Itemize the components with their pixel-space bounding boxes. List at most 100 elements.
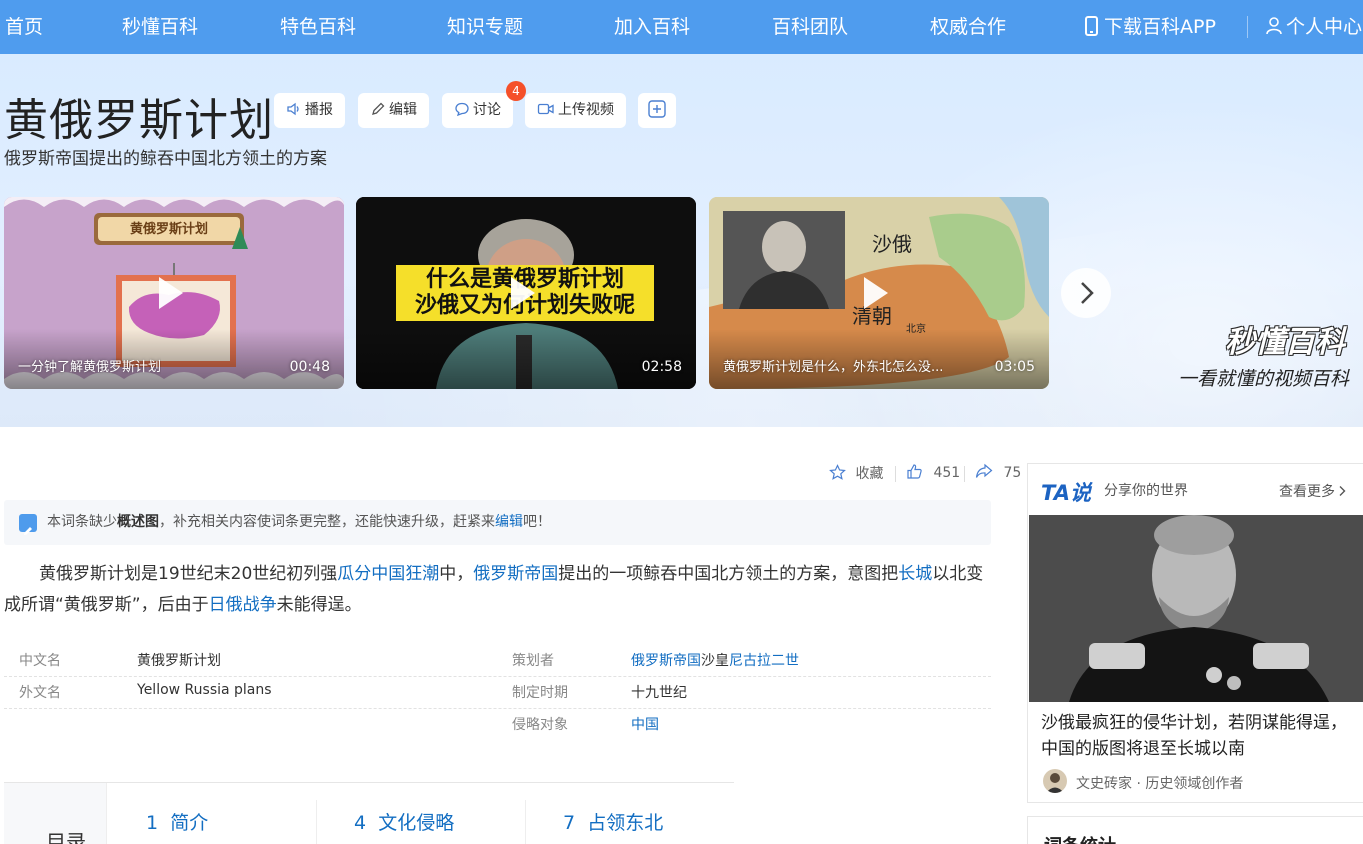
info-value-planner: 俄罗斯帝国沙皇尼古拉二世	[631, 650, 799, 670]
discuss-count-badge: 4	[506, 81, 526, 101]
catalog-item-occupy-northeast[interactable]: 7 占领东北	[563, 808, 663, 835]
nav-item-cooperation[interactable]: 权威合作	[930, 0, 1006, 54]
miaodong-logo: 秒懂百科	[1225, 325, 1345, 360]
summary-text: 未能得逞。	[276, 595, 362, 615]
lemma-summary: 黄俄罗斯计划是19世纪末20世纪初列强瓜分中国狂潮中，俄罗斯帝国提出的一项鲸吞中…	[4, 559, 991, 621]
video-1-title: 一分钟了解黄俄罗斯计划	[18, 360, 162, 375]
video-1-sign-text: 黄俄罗斯计划	[129, 222, 208, 237]
upload-video-button[interactable]: 上传视频	[525, 93, 626, 128]
edit-label: 编辑	[389, 102, 417, 118]
catalog-item-number: 1	[146, 812, 159, 834]
play-icon	[159, 277, 183, 309]
info-value-chinese-name: 黄俄罗斯计划	[137, 653, 221, 669]
link-china[interactable]: 中国	[631, 717, 659, 733]
play-icon	[864, 277, 888, 309]
discuss-button[interactable]: 讨论	[442, 93, 513, 128]
pencil-icon	[372, 102, 385, 115]
info-row-divider	[4, 676, 991, 677]
video-3-duration: 03:05	[994, 359, 1035, 375]
star-icon	[829, 464, 846, 480]
top-navigation-bar: 首页 秒懂百科 特色百科 知识专题 加入百科 百科团队 权威合作 下载百科APP…	[0, 0, 1363, 54]
info-value-foreign-name: Yellow Russia plans	[137, 682, 272, 698]
video-camera-icon	[537, 103, 554, 115]
notice-suffix: 吧！	[523, 514, 551, 530]
catalog-item-cultural-invasion[interactable]: 4 文化侵略	[354, 808, 454, 835]
user-center-label: 个人中心	[1286, 16, 1363, 38]
video-card-3[interactable]: 沙俄 清朝 北京 黄俄罗斯计划是什么，外东北怎么没... 03:05	[709, 197, 1049, 389]
notice-prefix: 本词条缺少	[47, 514, 117, 530]
add-button[interactable]	[638, 93, 676, 128]
edit-button[interactable]: 编辑	[358, 93, 429, 128]
catalog-item-number: 4	[354, 812, 367, 834]
link-nicholas-ii[interactable]: 尼古拉二世	[729, 653, 799, 669]
edit-pen-icon	[19, 514, 37, 535]
phone-icon	[1085, 16, 1098, 36]
link-great-wall[interactable]: 长城	[898, 564, 932, 584]
notice-middle: ，补充相关内容使词条更完整，还能快速升级，赶紧来	[159, 514, 495, 530]
like-count: 451	[933, 465, 961, 481]
page-title: 黄俄罗斯计划	[4, 95, 274, 146]
chevron-right-icon	[1081, 282, 1094, 304]
video-2-duration: 02:58	[641, 359, 682, 375]
info-row-divider	[4, 708, 991, 709]
catalog-item-label: 简介	[170, 812, 209, 834]
nav-item-team[interactable]: 百科团队	[772, 0, 848, 54]
carousel-next-button[interactable]	[1061, 268, 1111, 318]
view-more-link[interactable]: 查看更多	[1279, 481, 1347, 501]
nav-item-join[interactable]: 加入百科	[614, 0, 690, 54]
video-3-title: 黄俄罗斯计划是什么，外东北怎么没...	[723, 360, 944, 375]
action-divider	[964, 466, 965, 482]
catalog-item-number: 7	[563, 812, 576, 834]
upload-video-label: 上传视频	[558, 102, 614, 118]
video-card-2[interactable]: 什么是黄俄罗斯计划 沙俄又为何计划失败呢 02:58	[356, 197, 696, 389]
action-divider	[895, 466, 896, 482]
ta-shuo-logo: TA说	[1041, 481, 1091, 505]
play-icon	[511, 277, 535, 309]
catalog-divider	[525, 800, 526, 844]
catalog-item-label: 文化侵略	[378, 812, 455, 834]
ta-article-author: 文史砖家 · 历史领域创作者	[1076, 776, 1244, 792]
missing-image-notice: 本词条缺少概述图，补充相关内容使词条更完整，还能快速升级，赶紧来编辑吧！	[4, 500, 991, 545]
notice-edit-link[interactable]: 编辑	[495, 514, 523, 530]
info-value-period: 十九世纪	[631, 685, 687, 701]
info-key-chinese-name: 中文名	[19, 653, 61, 669]
link-partition-of-china[interactable]: 瓜分中国狂潮	[337, 564, 439, 584]
like-button[interactable]: 451	[906, 463, 960, 485]
catalog-divider	[316, 800, 317, 844]
link-russian-empire-planner[interactable]: 俄罗斯帝国	[631, 653, 701, 669]
portrait-photo	[1029, 515, 1363, 702]
link-russo-japanese-war[interactable]: 日俄战争	[209, 595, 277, 615]
summary-text: 中，	[439, 564, 474, 584]
broadcast-button[interactable]: 播报	[274, 93, 345, 128]
share-arrow-icon	[975, 463, 993, 478]
view-more-label: 查看更多	[1279, 484, 1335, 500]
favorite-button[interactable]: 收藏	[829, 463, 883, 485]
video-card-1[interactable]: 黄俄罗斯计划 一分钟了解黄俄罗斯计划 00:48	[4, 197, 344, 389]
download-app-link[interactable]: 下载百科APP	[1085, 0, 1216, 54]
nav-divider	[1247, 16, 1248, 38]
ta-shuo-slogan: 分享你的世界	[1104, 483, 1188, 499]
nav-item-miaodong[interactable]: 秒懂百科	[122, 0, 198, 54]
ta-article-image[interactable]	[1029, 515, 1363, 702]
link-russian-empire[interactable]: 俄罗斯帝国	[473, 564, 558, 584]
catalog-top-divider	[4, 782, 734, 783]
ta-article-headline[interactable]: 沙俄最疯狂的侵华计划，若阴谋能得逞，中国的版图将退至长城以南	[1041, 710, 1351, 762]
notice-bold: 概述图	[117, 514, 159, 530]
nav-item-home[interactable]: 首页	[5, 0, 43, 54]
nav-item-featured[interactable]: 特色百科	[280, 0, 356, 54]
catalog-item-intro[interactable]: 1 简介	[146, 808, 208, 835]
page-subtitle: 俄罗斯帝国提出的鲸吞中国北方领土的方案	[4, 149, 327, 169]
favorite-label: 收藏	[855, 466, 884, 482]
speaker-icon	[287, 102, 299, 116]
nav-item-topics[interactable]: 知识专题	[447, 0, 523, 54]
share-button[interactable]: 75	[975, 463, 1021, 485]
user-icon	[1266, 17, 1282, 35]
broadcast-label: 播报	[305, 102, 333, 118]
user-center-link[interactable]: 个人中心	[1266, 0, 1362, 54]
chevron-right-icon	[1339, 486, 1346, 496]
info-key-period: 制定时期	[512, 685, 568, 701]
chat-bubble-icon	[455, 102, 469, 117]
catalog-label: 目录	[46, 830, 86, 844]
download-app-label: 下载百科APP	[1104, 16, 1216, 38]
info-key-foreign-name: 外文名	[19, 685, 61, 701]
